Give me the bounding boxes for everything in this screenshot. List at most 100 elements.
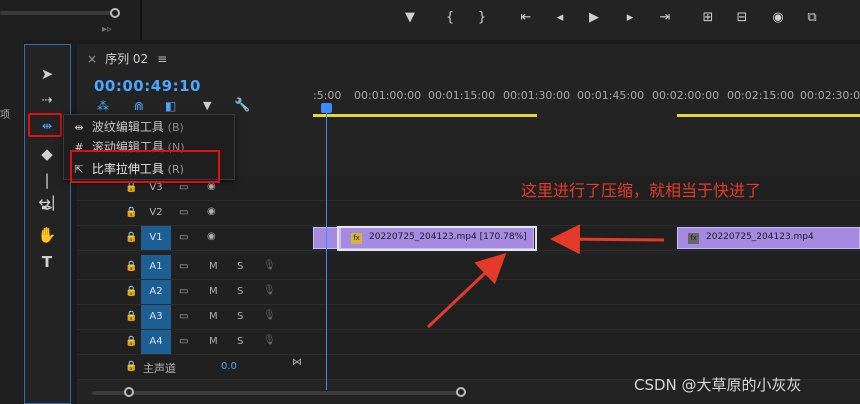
- lock-icon[interactable]: 🔒: [125, 311, 137, 322]
- hand-tool-icon[interactable]: ✋: [36, 224, 58, 246]
- solo-button[interactable]: S: [237, 286, 243, 297]
- playhead-handle[interactable]: [321, 103, 332, 113]
- lock-icon[interactable]: 🔒: [125, 261, 137, 272]
- in-point-icon[interactable]: {: [440, 10, 460, 25]
- track-row-a1: 🔒 A1 ▭ M S 🎙: [77, 255, 860, 280]
- fx-badge: fx: [688, 233, 699, 244]
- sync-icon[interactable]: ▭: [179, 207, 188, 218]
- track-label[interactable]: V2: [141, 201, 171, 225]
- panel-divider: [140, 0, 142, 40]
- video-clip[interactable]: fx 20220725_204123.mp4: [677, 227, 860, 249]
- lock-icon[interactable]: 🔒: [125, 361, 137, 372]
- mic-icon[interactable]: 🎙: [263, 335, 276, 346]
- pen-tool-icon[interactable]: ✒: [36, 197, 58, 219]
- lock-icon[interactable]: 🔒: [125, 336, 137, 347]
- compare-icon[interactable]: ⧉: [802, 10, 822, 25]
- mute-button[interactable]: M: [209, 311, 218, 322]
- scroll-handle-right[interactable]: [456, 387, 466, 397]
- work-area-bar[interactable]: [313, 114, 537, 117]
- mute-button[interactable]: M: [209, 261, 218, 272]
- track-label[interactable]: A2: [141, 280, 171, 304]
- tab-menu-icon[interactable]: ≡: [157, 52, 167, 66]
- menu-item-shortcut: (B): [167, 121, 184, 134]
- marker-icon[interactable]: ▼: [400, 10, 420, 25]
- source-scrub-bar[interactable]: [0, 11, 116, 15]
- export-frame-icon[interactable]: ◉: [768, 10, 788, 25]
- wrench-icon[interactable]: 🔧: [234, 98, 250, 113]
- sync-icon[interactable]: ▭: [179, 286, 188, 297]
- lock-icon[interactable]: 🔒: [125, 207, 137, 218]
- extract-icon[interactable]: ⊟: [732, 10, 752, 25]
- sync-icon[interactable]: ▭: [179, 232, 188, 243]
- menu-item-ripple-edit[interactable]: ⇹ 波纹编辑工具 (B): [70, 118, 184, 138]
- mute-button[interactable]: M: [209, 286, 218, 297]
- go-to-out-icon[interactable]: ⇥: [655, 10, 675, 25]
- sync-icon[interactable]: ▭: [179, 182, 188, 193]
- snap-icon[interactable]: ⁂: [97, 99, 109, 113]
- solo-button[interactable]: S: [237, 311, 243, 322]
- track-label[interactable]: A3: [141, 305, 171, 329]
- settings-icon[interactable]: ▸▹: [102, 24, 112, 35]
- sequence-tab-label[interactable]: 序列 02: [105, 52, 148, 66]
- timeline-scrollbar[interactable]: [92, 391, 465, 395]
- add-marker-icon[interactable]: ◧: [165, 99, 176, 113]
- track-label[interactable]: A1: [141, 255, 171, 279]
- ruler-label: 00:01:45:00: [577, 89, 645, 102]
- slip-tool-icon[interactable]: |↔|: [36, 169, 58, 211]
- track-select-tool-icon[interactable]: ⇢: [36, 90, 58, 112]
- ruler-label: 00:01:15:00: [428, 89, 496, 102]
- selection-tool-icon[interactable]: ➤: [36, 63, 58, 85]
- ruler-label: 00:02:00:00: [652, 89, 720, 102]
- menu-item-label: 波纹编辑工具: [91, 120, 164, 134]
- sync-icon[interactable]: ▭: [179, 261, 188, 272]
- eye-icon[interactable]: ◉: [207, 206, 216, 217]
- lock-icon[interactable]: 🔒: [125, 232, 137, 243]
- track-label[interactable]: A4: [141, 330, 171, 354]
- out-point-icon[interactable]: }: [472, 10, 492, 25]
- scroll-handle-left[interactable]: [124, 387, 134, 397]
- timecode-display[interactable]: 00:00:49:10: [94, 77, 201, 95]
- mic-icon[interactable]: 🎙: [263, 285, 276, 296]
- track-row-a2: 🔒 A2 ▭ M S 🎙: [77, 280, 860, 305]
- solo-button[interactable]: S: [237, 336, 243, 347]
- step-forward-icon[interactable]: ▸: [620, 10, 640, 25]
- lift-icon[interactable]: ⊞: [698, 10, 718, 25]
- scrub-handle[interactable]: [110, 8, 120, 18]
- sequence-tab[interactable]: × 序列 02 ≡: [87, 50, 167, 67]
- ruler-label: 00:02:15:00: [727, 89, 795, 102]
- step-back-icon[interactable]: ◂: [550, 10, 570, 25]
- work-area-bar[interactable]: [677, 114, 860, 117]
- track-row-v2: 🔒 V2 ▭ ◉: [77, 201, 860, 226]
- track-row-a3: 🔒 A3 ▭ M S 🎙: [77, 305, 860, 330]
- master-volume-value[interactable]: 0.0: [221, 361, 237, 372]
- lock-icon[interactable]: 🔒: [125, 182, 137, 193]
- jump-icon[interactable]: ⋈: [292, 357, 302, 368]
- track-label[interactable]: V1: [141, 226, 171, 250]
- razor-tool-icon[interactable]: ◆: [36, 143, 58, 165]
- sync-icon[interactable]: ▭: [179, 311, 188, 322]
- play-icon[interactable]: ▶: [584, 10, 604, 25]
- go-to-in-icon[interactable]: ⇤: [516, 10, 536, 25]
- playhead-line[interactable]: [326, 103, 327, 390]
- sync-icon[interactable]: ▭: [179, 336, 188, 347]
- lock-icon[interactable]: 🔒: [125, 286, 137, 297]
- ruler-label: 00:01:00:00: [354, 89, 422, 102]
- ruler-label: :5:00: [313, 89, 342, 102]
- mic-icon[interactable]: 🎙: [263, 260, 276, 271]
- ruler-label: 00:02:30:00: [800, 89, 860, 102]
- tab-close-icon[interactable]: ×: [87, 52, 97, 66]
- rate-stretch-highlight: [70, 150, 220, 183]
- compressed-clip-highlight: [337, 226, 537, 251]
- track-row-a4: 🔒 A4 ▭ M S 🎙: [77, 330, 860, 355]
- project-label: 项: [0, 110, 10, 121]
- project-panel-edge: 项: [0, 40, 23, 404]
- type-tool-icon[interactable]: T: [36, 251, 58, 273]
- mute-button[interactable]: M: [209, 336, 218, 347]
- marker-flag-icon[interactable]: ▼: [203, 99, 211, 112]
- linked-selection-icon[interactable]: ⋒: [134, 99, 144, 113]
- clip-label: 20220725_204123.mp4: [706, 232, 814, 242]
- solo-button[interactable]: S: [237, 261, 243, 272]
- eye-icon[interactable]: ◉: [207, 231, 216, 242]
- annotation-text: 这里进行了压缩，就相当于快进了: [521, 181, 762, 200]
- mic-icon[interactable]: 🎙: [263, 310, 276, 321]
